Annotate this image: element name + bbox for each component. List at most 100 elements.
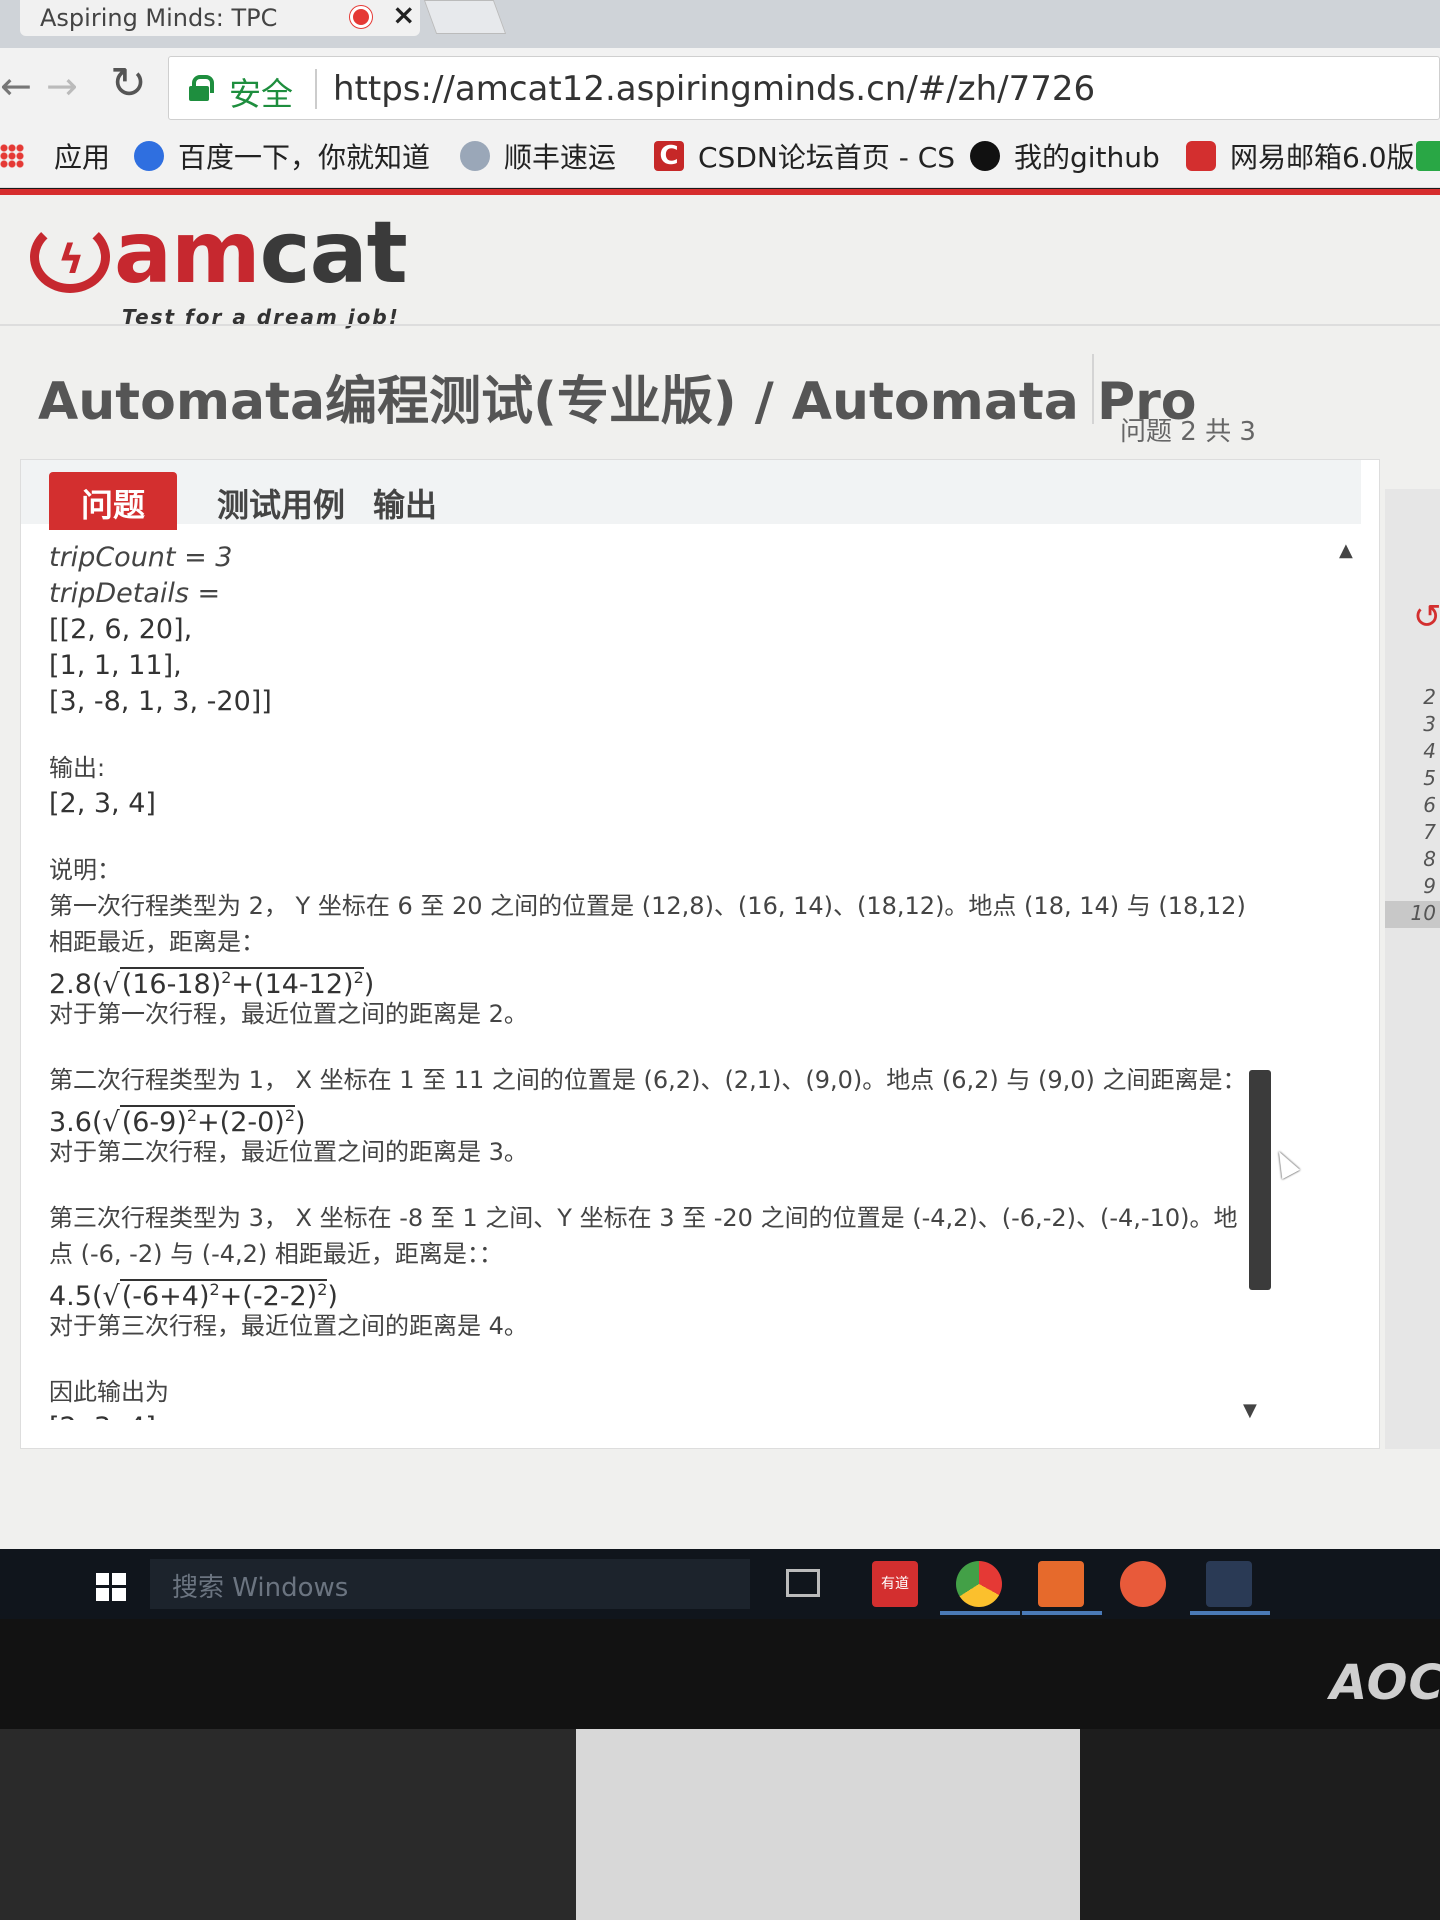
- input-line: tripDetails =: [49, 578, 221, 609]
- sf-express-icon: [460, 141, 490, 171]
- browser-tabstrip: Aspiring Minds: TPC ×: [0, 0, 1440, 48]
- github-icon: [970, 141, 1000, 171]
- monitor-brand-logo: AOC: [1330, 1655, 1440, 1711]
- trip3-line: 第三次行程类型为 3， X 坐标在 -8 至 1 之间、Y 坐标在 3 至 -2…: [49, 1204, 1238, 1232]
- current-line-number: 10: [1385, 901, 1440, 928]
- recording-indicator-icon: [350, 6, 372, 28]
- bookmark-label: 我的github: [1014, 141, 1160, 174]
- powerpoint-app-icon[interactable]: [1038, 1561, 1084, 1607]
- bookmark-csdn[interactable]: C CSDN论坛首页 - CS: [654, 136, 955, 176]
- windows-start-icon[interactable]: [96, 1573, 126, 1601]
- logo-bolt-icon: ϟ: [58, 237, 85, 283]
- bookmark-apps[interactable]: 应用: [0, 136, 110, 176]
- baidu-paw-icon: [134, 141, 164, 171]
- bookmark-label: 应用: [54, 141, 111, 174]
- bookmark-sf[interactable]: 顺丰速运: [460, 136, 616, 176]
- scroll-down-arrow-icon[interactable]: ▼: [1243, 1400, 1257, 1421]
- mail-app-icon[interactable]: [1120, 1561, 1166, 1607]
- trip3-conclusion: 对于第三次行程，最近位置之间的距离是 4。: [49, 1312, 528, 1340]
- line-number: 2: [1423, 685, 1436, 709]
- trip3-line: 点 (-6, -2) 与 (-4,2) 相距最近，距离是：：: [49, 1240, 503, 1268]
- bookmark-overflow[interactable]: [1416, 136, 1440, 176]
- conclusion-label: 因此输出为: [49, 1378, 169, 1406]
- scroll-up-arrow-icon[interactable]: ▲: [1339, 540, 1353, 561]
- tab-close-icon[interactable]: ×: [392, 0, 415, 31]
- tab-title: Aspiring Minds: TPC: [40, 4, 278, 32]
- windows-taskbar: 搜索 Windows 有道: [0, 1549, 1440, 1619]
- line-number: 4: [1423, 739, 1436, 763]
- reset-code-icon[interactable]: ↺: [1413, 597, 1440, 637]
- chrome-app-icon[interactable]: [956, 1561, 1002, 1607]
- task-view-icon[interactable]: [786, 1569, 820, 1597]
- bookmark-netease[interactable]: 网易邮箱6.0版: [1186, 136, 1415, 176]
- trip2-formula: 3.6(√(6-9)2+(2-0)2): [49, 1105, 306, 1138]
- line-number: 5: [1423, 766, 1436, 790]
- line-number: 7: [1423, 820, 1436, 844]
- question-content: tripCount = 3 tripDetails = [[2, 6, 20],…: [49, 540, 1299, 1420]
- taskbar-search-placeholder: 搜索 Windows: [172, 1573, 349, 1603]
- content-scrollbar-thumb[interactable]: [1249, 1070, 1271, 1290]
- secure-label: 安全: [229, 75, 294, 113]
- input-line: [1, 1, 11],: [49, 650, 182, 681]
- apps-grid-icon: [0, 144, 24, 168]
- lock-icon: [189, 75, 214, 101]
- forward-arrow-icon[interactable]: →: [46, 64, 78, 108]
- explanation-label: 说明：: [49, 856, 121, 884]
- line-number: 9: [1423, 874, 1436, 898]
- url-text[interactable]: https://amcat12.aspiringminds.cn/#/zh/77…: [333, 69, 1095, 109]
- trip1-line: 相距最近，距离是：: [49, 928, 265, 956]
- trip1-conclusion: 对于第一次行程，最近位置之间的距离是 2。: [49, 1000, 528, 1028]
- monitor-bezel: AOC: [0, 1619, 1440, 1729]
- trip3-formula: 4.5(√(-6+4)2+(-2-2)2): [49, 1279, 338, 1312]
- line-number: 6: [1423, 793, 1436, 817]
- question-panel: 问题 测试用例 输出 tripCount = 3 tripDetails = […: [20, 459, 1380, 1449]
- trip2-conclusion: 对于第二次行程，最近位置之间的距离是 3。: [49, 1138, 528, 1166]
- csdn-icon: C: [654, 141, 684, 171]
- qq-active-indicator: [1190, 1611, 1270, 1615]
- input-line: [3, -8, 1, 3, -20]]: [49, 686, 272, 717]
- bookmark-baidu[interactable]: 百度一下，你就知道: [134, 136, 430, 176]
- trip1-formula: 2.8(√(16-18)2+(14-12)2): [49, 967, 375, 1000]
- page-title: Automata编程测试(专业版) / Automata Pro: [38, 372, 1197, 432]
- bookmark-label: 百度一下，你就知道: [178, 141, 431, 174]
- line-number: 3: [1423, 712, 1436, 736]
- trip1-line: 第一次行程类型为 2， Y 坐标在 6 至 20 之间的位置是 (12,8)、(…: [49, 892, 1246, 920]
- amcat-logo: ϟ amcat Test for a dream job!: [30, 203, 408, 329]
- tab-output[interactable]: 输出: [341, 472, 469, 530]
- chrome-active-indicator: [940, 1611, 1020, 1615]
- line-number: 8: [1423, 847, 1436, 871]
- qq-app-icon[interactable]: [1206, 1561, 1252, 1607]
- bookmark-label: 顺丰速运: [504, 141, 617, 174]
- bookmark-label: 网易邮箱6.0版: [1230, 141, 1415, 174]
- title-separator: [1092, 354, 1094, 424]
- trip2-line: 第二次行程类型为 1， X 坐标在 1 至 11 之间的位置是 (6,2)、(2…: [49, 1066, 1247, 1094]
- page-body: ϟ amcat Test for a dream job! Automata编程…: [0, 189, 1440, 1549]
- address-bar[interactable]: 安全 https://amcat12.aspiringminds.cn/#/zh…: [168, 56, 1440, 120]
- reload-icon[interactable]: ↻: [110, 58, 147, 109]
- bookmark-overflow-icon: [1416, 141, 1440, 171]
- code-editor-gutter: ↺ 2 3 4 5 6 7 8 9 10: [1385, 489, 1440, 1449]
- youdao-app-icon[interactable]: 有道: [872, 1561, 918, 1607]
- conclusion-value: [2, 3, 4]。: [49, 1410, 1299, 1420]
- question-progress: 问题 2 共 3: [1120, 417, 1256, 447]
- bookmarks-bar: 应用 百度一下，你就知道 顺丰速运 C CSDN论坛首页 - CS 我的gith…: [0, 124, 1440, 188]
- tab-question[interactable]: 问题: [49, 472, 178, 530]
- desk-background: [0, 1729, 1440, 1920]
- browser-tab[interactable]: Aspiring Minds: TPC ×: [20, 0, 420, 36]
- header-divider: [0, 324, 1440, 326]
- logo-wordmark: amcat: [114, 203, 408, 303]
- input-line: [[2, 6, 20],: [49, 614, 193, 645]
- netease-mail-icon: [1186, 141, 1216, 171]
- bookmark-github[interactable]: 我的github: [970, 136, 1160, 176]
- input-line: tripCount = 3: [49, 542, 233, 573]
- line-numbers: 2 3 4 5 6 7 8 9 10: [1385, 685, 1440, 928]
- question-tabs: 问题 测试用例 输出: [21, 460, 1361, 530]
- taskbar-search[interactable]: 搜索 Windows: [150, 1559, 750, 1609]
- new-tab-button[interactable]: [423, 0, 507, 34]
- url-separator: [315, 69, 317, 109]
- bookmark-label: CSDN论坛首页 - CS: [698, 141, 956, 174]
- back-arrow-icon[interactable]: ←: [0, 64, 32, 108]
- output-value: [2, 3, 4]: [49, 788, 156, 819]
- powerpoint-active-indicator: [1022, 1611, 1102, 1615]
- header-accent-line: [0, 189, 1440, 195]
